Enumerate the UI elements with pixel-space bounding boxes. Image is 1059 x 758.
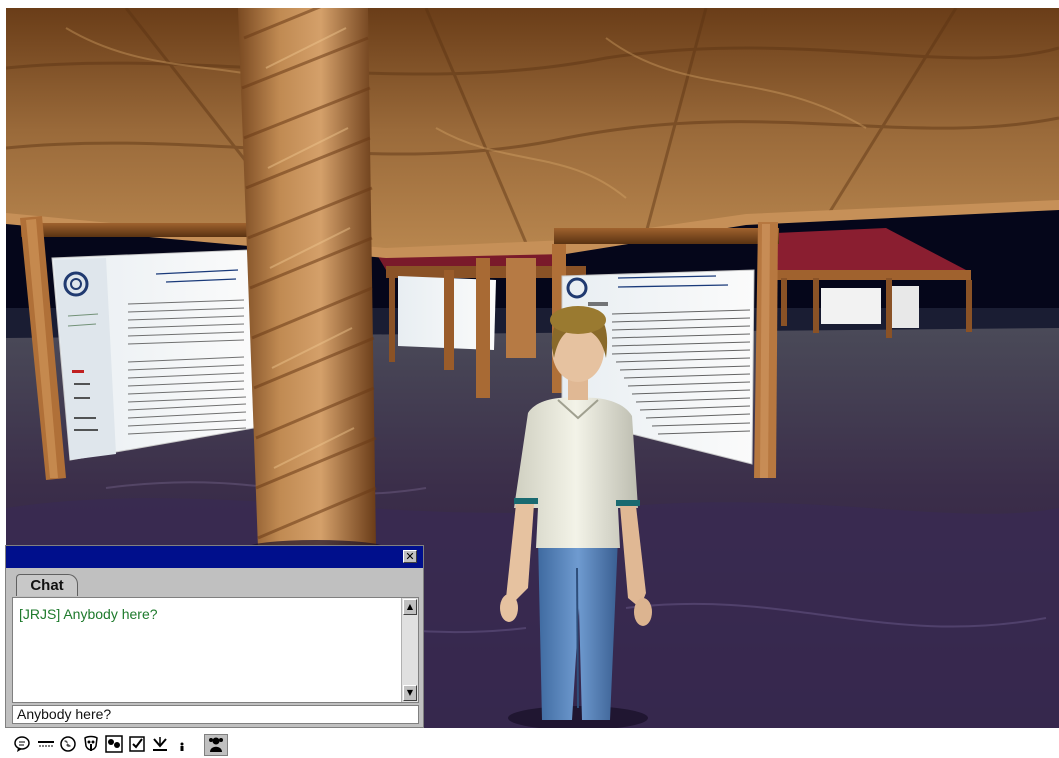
speech-bubble-icon[interactable] (12, 734, 32, 754)
chat-scrollbar[interactable]: ▲ ▼ (401, 598, 418, 702)
chat-window[interactable]: ✕ Chat [JRJS] Anybody here? ▲ ▼ Anybody … (5, 545, 424, 728)
avatar-icon[interactable] (204, 734, 228, 756)
chat-input[interactable]: Anybody here? (12, 705, 419, 724)
gesture-icon[interactable] (36, 734, 56, 754)
globe-icon[interactable] (58, 734, 78, 754)
download-icon[interactable] (150, 734, 170, 754)
chat-log: [JRJS] Anybody here? ▲ ▼ (12, 597, 419, 703)
scroll-up-icon[interactable]: ▲ (403, 599, 417, 615)
mask-icon[interactable] (81, 734, 101, 754)
chat-title-bar[interactable]: ✕ (6, 546, 423, 568)
theater-masks-icon[interactable] (104, 734, 124, 754)
chat-message: [JRJS] Anybody here? (19, 606, 158, 622)
scroll-down-icon[interactable]: ▼ (403, 685, 417, 701)
close-icon[interactable]: ✕ (403, 550, 417, 563)
bottom-toolbar (0, 731, 1059, 758)
tab-chat[interactable]: Chat (16, 574, 78, 596)
small-figure-icon[interactable] (172, 734, 192, 754)
checkbox-icon[interactable] (127, 734, 147, 754)
